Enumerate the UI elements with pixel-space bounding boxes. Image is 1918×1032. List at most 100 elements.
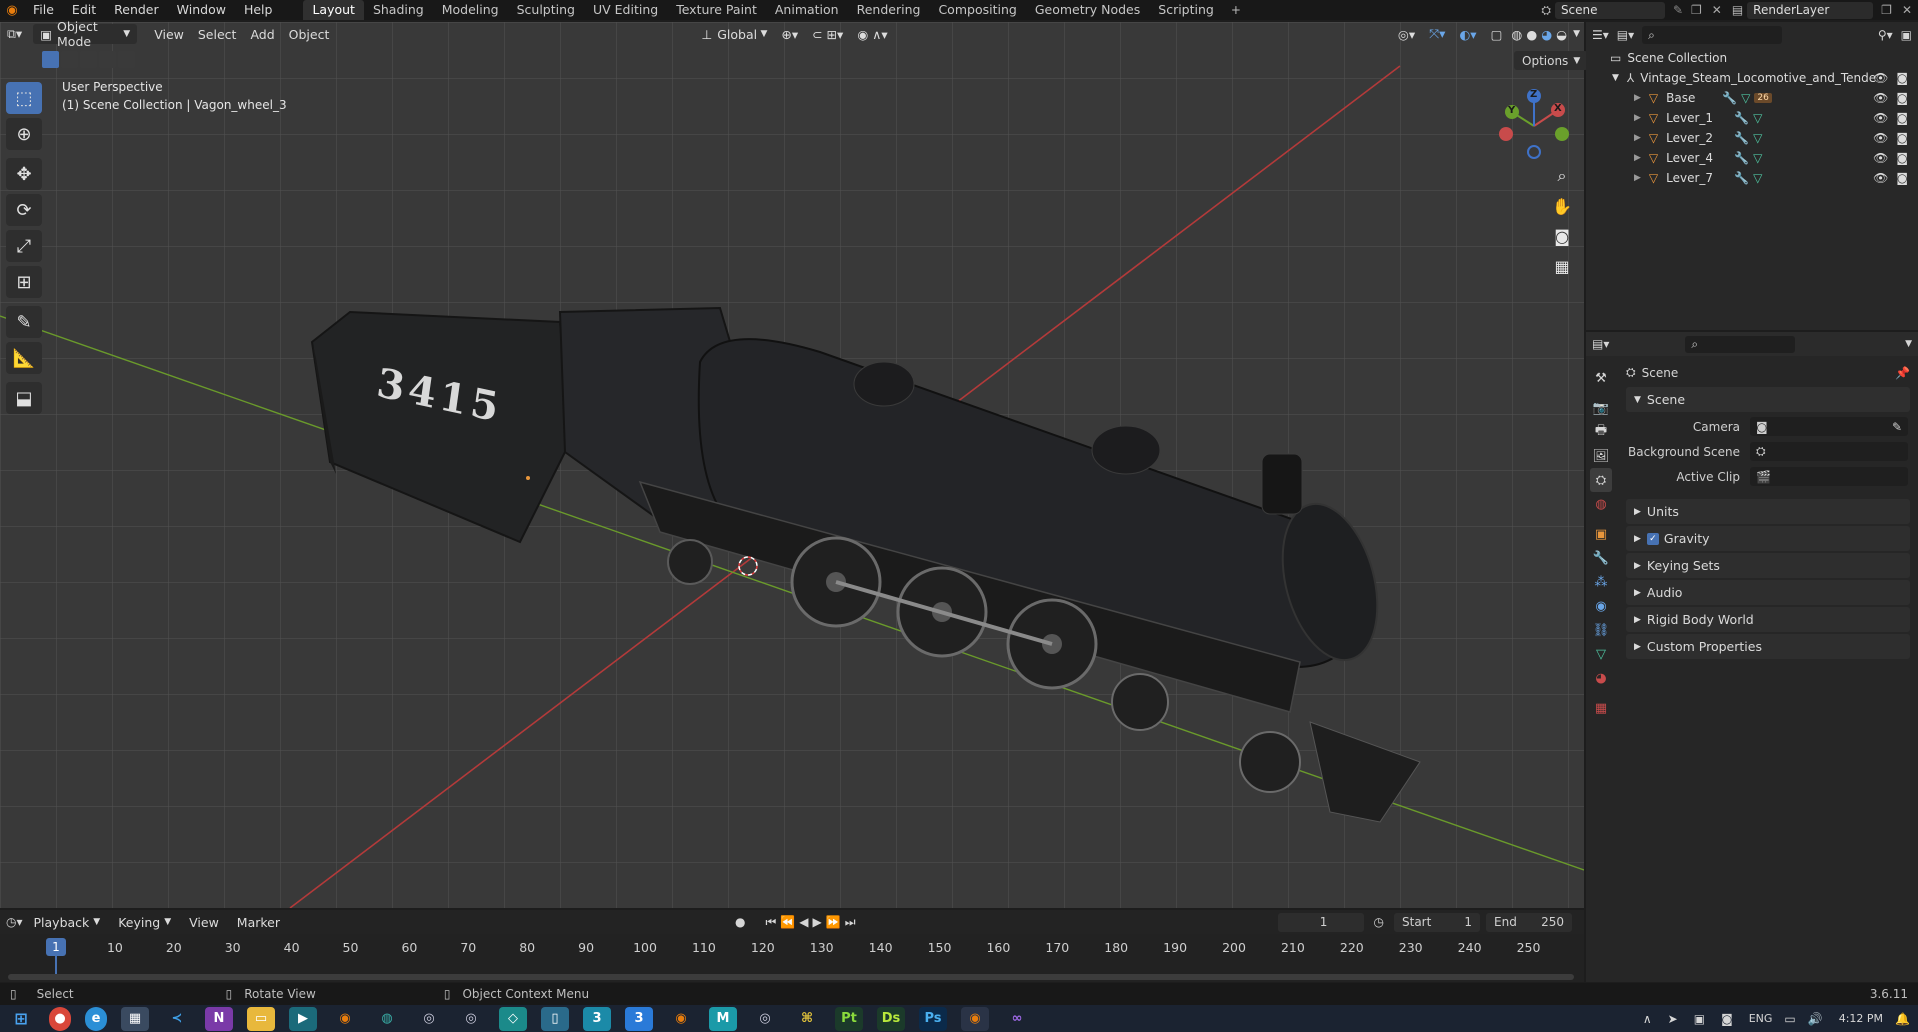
gizmo-toggle-icon[interactable]: ⤧▾ — [1422, 24, 1452, 44]
menu-file[interactable]: File — [24, 0, 63, 20]
camera-field[interactable]: ◙ ✎ — [1750, 417, 1908, 436]
camera-view-icon[interactable]: ◙ — [1548, 222, 1576, 250]
collection-row[interactable]: ▼ ⅄ Vintage_Steam_Locomotive_and_Tende 👁… — [1586, 68, 1918, 88]
properties-search-input[interactable]: ⌕ — [1685, 335, 1796, 353]
select-invert-icon[interactable] — [99, 51, 116, 68]
texture-tab-icon[interactable]: ▦ — [1590, 696, 1612, 720]
tray-app-2-icon[interactable]: ◙ — [1721, 1012, 1733, 1026]
rotate-tool-icon[interactable]: ⟳ — [6, 194, 42, 226]
zoom-icon[interactable]: ⌕ — [1548, 162, 1576, 190]
select-extend-icon[interactable] — [61, 51, 78, 68]
delete-view-layer-icon[interactable]: ✕ — [1896, 3, 1918, 17]
chrome-icon[interactable]: ● — [49, 1006, 71, 1031]
timeline-scrollbar[interactable] — [8, 974, 1574, 980]
vscode-icon[interactable]: ≺ — [163, 1007, 191, 1031]
network-icon[interactable]: ▭ — [1784, 1012, 1795, 1026]
filter-icon[interactable]: ⚲▾ — [1878, 28, 1893, 42]
xray-icon[interactable]: ▢ — [1484, 24, 1510, 44]
object-mode-dropdown[interactable]: ▣ Object Mode ▼ — [33, 19, 138, 49]
frame-ruler[interactable]: 10 20 30 40 50 60 70 80 90 100 110 120 130 140 150 160 1… — [0, 910, 1584, 982]
display-mode-icon[interactable]: ▤▾ — [1617, 28, 1634, 42]
tab-uv-editing[interactable]: UV Editing — [584, 0, 667, 20]
scene-name-field[interactable]: Scene — [1554, 1, 1665, 19]
tab-sculpting[interactable]: Sculpting — [508, 0, 584, 20]
transform-tool-icon[interactable]: ⊞ — [6, 266, 42, 298]
calculator-icon[interactable]: ▦ — [121, 1006, 149, 1031]
menu-edit[interactable]: Edit — [63, 0, 105, 20]
modifier-tab-icon[interactable]: 🔧 — [1590, 546, 1612, 570]
camera-icon[interactable]: ◙ — [1896, 71, 1908, 85]
tab-rendering[interactable]: Rendering — [848, 0, 930, 20]
collapse-arrow-icon[interactable]: ▶ — [1634, 153, 1641, 163]
menu-add[interactable]: Add — [243, 24, 281, 44]
windows-start-icon[interactable]: ⊞ — [7, 1007, 35, 1031]
tab-modeling[interactable]: Modeling — [433, 0, 508, 20]
eye-icon[interactable]: 👁 — [1873, 131, 1888, 145]
tray-chevron-icon[interactable]: ∧ — [1643, 1012, 1652, 1026]
render-tab-icon[interactable]: 📷 — [1590, 396, 1612, 420]
proportional-edit-icon[interactable]: ◉ ∧▾ — [850, 24, 894, 44]
menu-view[interactable]: View — [147, 24, 191, 44]
app-3dsmax-icon[interactable]: ▶ — [289, 1006, 317, 1031]
audio-panel-header[interactable]: ▶ Audio — [1626, 580, 1910, 605]
3d-viewer-icon[interactable]: ◇ — [499, 1006, 527, 1031]
data-tab-icon[interactable]: ▽ — [1590, 642, 1612, 666]
python-icon[interactable]: ⌘ — [793, 1007, 821, 1031]
pan-hand-icon[interactable]: ✋ — [1548, 192, 1576, 220]
blender-app-2-icon[interactable]: ◉ — [667, 1007, 695, 1031]
camera-icon[interactable]: ◙ — [1896, 131, 1908, 145]
blender-app-icon[interactable]: ◉ — [331, 1007, 359, 1031]
tab-layout[interactable]: Layout — [303, 0, 364, 20]
custom-properties-panel-header[interactable]: ▶ Custom Properties — [1626, 634, 1910, 659]
particles-tab-icon[interactable]: ⁂ — [1590, 570, 1612, 594]
delete-scene-icon[interactable]: ✕ — [1706, 3, 1728, 17]
transform-orientation-dropdown[interactable]: ⊥ Global ▼ — [694, 24, 774, 44]
collapse-arrow-icon[interactable]: ▶ — [1634, 173, 1641, 183]
menu-window[interactable]: Window — [168, 0, 235, 20]
add-workspace-icon[interactable]: + — [1223, 3, 1249, 17]
expand-arrow-icon[interactable]: ▼ — [1612, 73, 1619, 83]
eye-icon[interactable]: 👁 — [1873, 111, 1888, 125]
object-tab-icon[interactable]: ▣ — [1590, 522, 1612, 546]
eye-icon[interactable]: 👁 — [1873, 71, 1888, 85]
language-label[interactable]: ENG — [1749, 1012, 1773, 1025]
shading-solid-icon[interactable]: ● — [1524, 24, 1539, 44]
shading-rendered-icon[interactable]: ◒ — [1554, 24, 1569, 44]
eyedropper-icon[interactable]: ✎ — [1892, 420, 1902, 434]
cinema4d-alt-icon[interactable]: ◎ — [457, 1007, 485, 1031]
move-tool-icon[interactable]: ✥ — [6, 158, 42, 190]
camera-icon[interactable]: ◙ — [1896, 171, 1908, 185]
annotate-tool-icon[interactable]: ✎ — [6, 306, 42, 338]
select-new-icon[interactable] — [42, 51, 59, 68]
designer-icon[interactable]: Ds — [877, 1006, 905, 1031]
scale-tool-icon[interactable]: ⤢ — [6, 230, 42, 262]
collapse-arrow-icon[interactable]: ▶ — [1634, 93, 1641, 103]
rigid-body-panel-header[interactable]: ▶ Rigid Body World — [1626, 607, 1910, 632]
physics-tab-icon[interactable]: ◉ — [1590, 594, 1612, 618]
background-scene-field[interactable]: ⛭ — [1750, 442, 1908, 461]
eye-icon[interactable]: 👁 — [1873, 91, 1888, 105]
output-tab-icon[interactable]: 🖶 — [1590, 420, 1612, 444]
houdini-icon[interactable]: ◍ — [373, 1007, 401, 1031]
pin-scene-icon[interactable]: ✎ — [1669, 3, 1687, 17]
view-layer-field[interactable]: RenderLayer — [1747, 1, 1874, 19]
visual-studio-icon[interactable]: ∞ — [1003, 1007, 1031, 1031]
painter-icon[interactable]: Pt — [835, 1006, 863, 1031]
pin-icon[interactable]: 📌 — [1895, 366, 1910, 380]
new-collection-icon[interactable]: ▣ — [1901, 28, 1912, 42]
list-item[interactable]: ▶ ▽ Lever_4 🔧 ▽ 👁 ◙ — [1586, 148, 1918, 168]
units-panel-header[interactable]: ▶ Units — [1626, 499, 1910, 524]
menu-render[interactable]: Render — [105, 0, 168, 20]
measure-tool-icon[interactable]: 📐 — [6, 342, 42, 374]
telegram-icon[interactable]: ➤ — [1668, 1012, 1678, 1026]
tab-animation[interactable]: Animation — [766, 0, 848, 20]
tab-scripting[interactable]: Scripting — [1149, 0, 1223, 20]
maya-icon[interactable]: M — [709, 1006, 737, 1031]
blender-logo-icon[interactable]: ◉ — [0, 0, 24, 20]
add-cube-tool-icon[interactable]: ⬓ — [6, 382, 42, 414]
3d-viewport[interactable]: 3415 User Perspective (1) Scene Collecti… — [0, 22, 1584, 908]
cinema4d-icon[interactable]: ◎ — [415, 1007, 443, 1031]
constraints-tab-icon[interactable]: ⛓ — [1590, 618, 1612, 642]
app-3-icon[interactable]: 3 — [583, 1006, 611, 1031]
scene-collection-row[interactable]: ▭ Scene Collection — [1586, 48, 1918, 68]
